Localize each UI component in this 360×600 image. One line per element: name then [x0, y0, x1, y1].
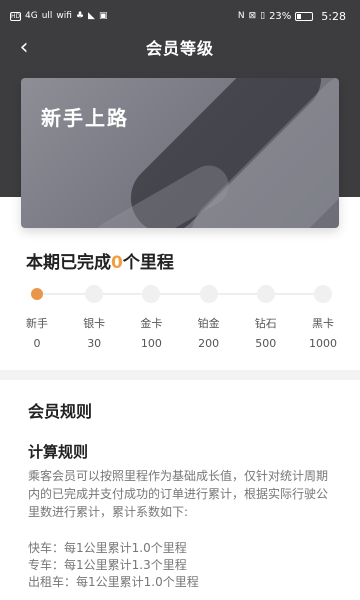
wifi-icon: wifi [56, 10, 72, 21]
level-dot [85, 285, 104, 303]
level-threshold: 500 [255, 337, 277, 350]
status-icons-right: N ⊠ ▯ 23% 5:28 [238, 10, 346, 23]
level-dot [199, 285, 218, 303]
rules-title: 会员规则 [28, 402, 93, 421]
status-bar: HD 4G ull wifi ♣ ◣ ▣ N ⊠ ▯ 23% 5:28 [0, 0, 360, 32]
level-track-line [37, 293, 322, 295]
level-name: 黑卡 [312, 317, 334, 330]
level-threshold: 30 [87, 337, 102, 350]
coefficient-express: 快车：每1公里累计1.0个里程 [28, 541, 187, 555]
progress-prefix: 本期已完成 [26, 253, 111, 273]
chevron-left-icon: ‹ [19, 34, 29, 60]
app-notification-icon-2: ◣ [88, 10, 95, 21]
app-notification-icon: ♣ [75, 10, 85, 21]
rules-body-text: 乘客会员可以按照里程作为基础成长值，仅针对统计周期内的已完成并支付成功的订单进行… [28, 469, 329, 519]
card-level-title: 新手上路 [41, 106, 129, 130]
battery-icon [295, 11, 314, 21]
level-name: 金卡 [140, 317, 163, 330]
network-icon: 4G [25, 10, 38, 21]
progress-count: 0 [111, 253, 123, 273]
level-name: 铂金 [197, 317, 220, 330]
level-threshold: 200 [198, 337, 220, 350]
clock: 5:28 [321, 9, 346, 23]
battery-percent: 23% [269, 10, 292, 22]
level-name: 银卡 [83, 317, 106, 330]
level-name: 新手 [26, 317, 48, 330]
calc-rules-title: 计算规则 [28, 443, 89, 461]
coefficient-taxi: 出租车：每1公里累计1.0个里程 [28, 575, 199, 589]
level-name: 钻石 [254, 317, 277, 330]
nfc-icon: N [237, 10, 245, 21]
back-button[interactable]: ‹ [12, 34, 36, 60]
mute-icon: ⊠ [248, 10, 257, 21]
level-threshold: 0 [33, 337, 41, 350]
level-dot [142, 285, 161, 303]
level-dot [256, 285, 275, 303]
level-threshold: 100 [140, 337, 162, 350]
coefficient-premier: 专车：每1公里累计1.3个里程 [28, 558, 187, 572]
progress-suffix: 个里程 [122, 253, 174, 273]
signal-icon: ull [41, 10, 53, 21]
level-card: 新手上路 [21, 78, 339, 228]
hd-icon: HD [10, 11, 21, 21]
card-decoration [93, 78, 339, 228]
page-title: 会员等级 [145, 39, 214, 58]
progress-summary: 本期已完成0个里程 [26, 248, 174, 273]
level-dot [31, 288, 43, 300]
level-dot [314, 285, 332, 303]
status-icons-left: HD 4G ull wifi ♣ ◣ ▣ [10, 10, 108, 21]
app-notification-icon-3: ▣ [98, 10, 108, 21]
level-threshold: 1000 [309, 337, 337, 350]
level-track: 新手 0 银卡 30 金卡 100 铂金 200 钻石 500 黑卡 1000 [20, 284, 346, 354]
vibrate-icon: ▯ [260, 10, 266, 21]
nav-bar: ‹ 会员等级 [0, 32, 360, 62]
